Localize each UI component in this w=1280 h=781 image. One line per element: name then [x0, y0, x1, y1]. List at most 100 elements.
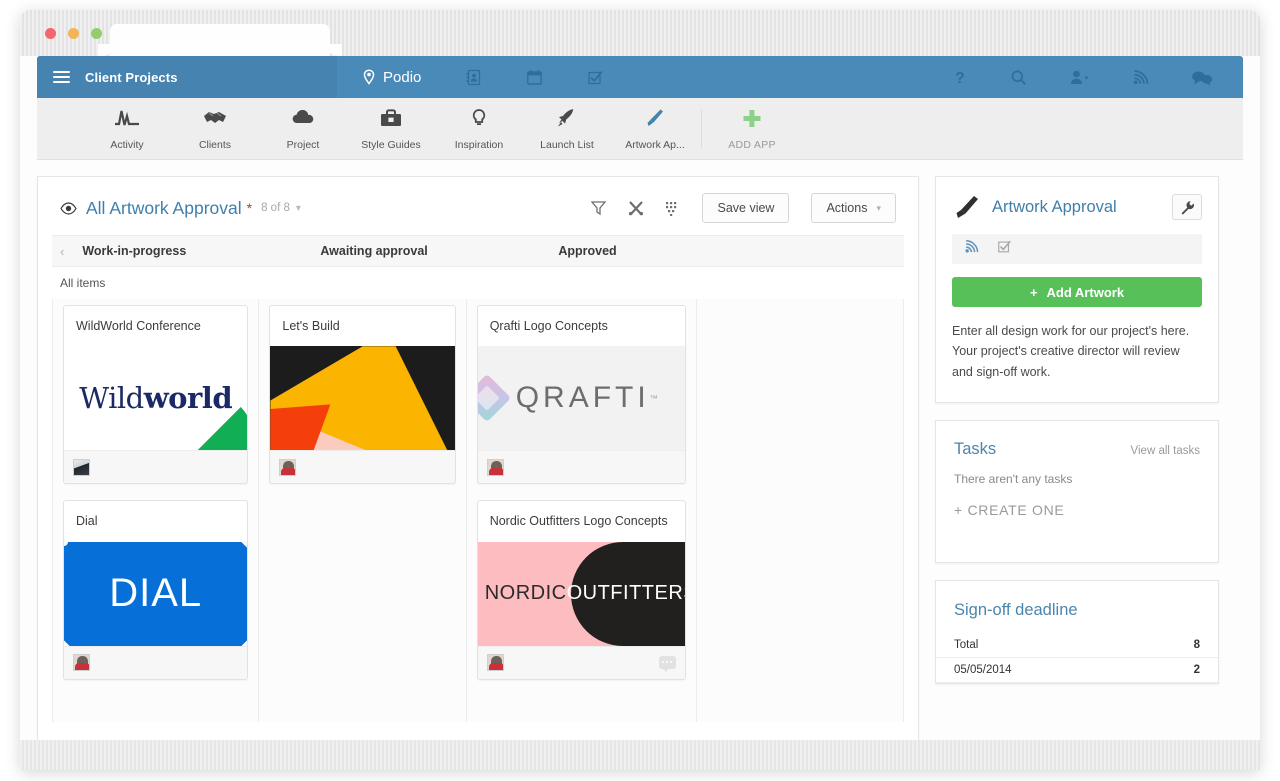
card-title: Let's Build [282, 319, 340, 333]
podio-logo[interactable]: Podio [361, 69, 421, 86]
card-qrafti-logo-concepts[interactable]: Qrafti Logo Concepts QRAFTI ™ [476, 305, 686, 485]
app-nav-inspiration[interactable]: Inspiration [435, 107, 523, 151]
app-settings-button[interactable] [1172, 194, 1202, 220]
help-icon[interactable]: ? [952, 69, 968, 87]
avatar[interactable] [73, 458, 90, 476]
app-info-panel: Artwork Approval + Add Artwork Enter all… [935, 176, 1219, 403]
qrafti-diamond-mark [477, 374, 511, 423]
actions-label: Actions [826, 201, 868, 215]
kanban-board: WildWorld Conference Wildworld Dial DIAL… [52, 299, 904, 722]
app-nav-label: Activity [110, 138, 144, 151]
app-nav-label: Inspiration [454, 138, 504, 151]
app-nav-artwork-approval[interactable]: Artwork Ap... [611, 107, 699, 151]
card-artwork: QRAFTI ™ [477, 346, 685, 451]
signoff-value: 2 [1193, 663, 1200, 676]
app-navigation: Activity Clients Project Style Guides In… [37, 98, 1243, 160]
card-nordic-outfitters-logo-concepts[interactable]: Nordic Outfitters Logo Concepts NORDIC O… [476, 500, 686, 680]
corner-notch [64, 640, 70, 646]
trademark-symbol: ™ [649, 393, 658, 403]
browser-viewport: Client Projects Podio ? Activity Clients… [20, 56, 1260, 770]
signoff-title: Sign-off deadline [954, 600, 1078, 619]
actions-button[interactable]: Actions ▾ [811, 193, 896, 223]
card-footer [477, 645, 685, 679]
hamburger-menu-icon[interactable] [53, 71, 70, 83]
plus-icon [739, 107, 765, 134]
filter-funnel-icon[interactable] [591, 200, 607, 216]
add-app-button[interactable]: ADD APP [708, 107, 796, 151]
app-name: Artwork Approval [992, 197, 1117, 216]
app-nav-label: Clients [198, 138, 232, 151]
app-nav-label: Style Guides [361, 138, 421, 151]
app-nav-activity[interactable]: Activity [83, 107, 171, 151]
app-toolbar [952, 234, 1202, 264]
card-lets-build[interactable]: Let's Build [269, 305, 456, 485]
card-footer [477, 450, 685, 484]
content-area: All Artwork Approval * 8 of 8 ▾ Save vie… [37, 160, 1243, 770]
app-nav-style-guides[interactable]: Style Guides [347, 107, 435, 151]
avatar[interactable] [486, 458, 504, 476]
qrafti-logo: QRAFTI ™ [477, 346, 685, 451]
card-artwork: Wildworld [64, 346, 248, 451]
profile-icon[interactable] [1069, 69, 1090, 86]
browser-window: Client Projects Podio ? Activity Clients… [20, 10, 1260, 770]
save-view-button[interactable]: Save view [702, 193, 790, 223]
add-artwork-button[interactable]: + Add Artwork [952, 277, 1202, 307]
rocket-icon [554, 107, 580, 134]
contacts-icon[interactable] [465, 69, 482, 86]
dial-logo: DIAL [64, 541, 248, 646]
create-task-button[interactable]: + CREATE ONE [936, 486, 1218, 562]
calendar-icon[interactable] [526, 69, 543, 86]
app-nav-divider [701, 109, 702, 148]
close-window-button[interactable] [45, 28, 56, 39]
qrafti-logo-text: QRAFTI [515, 381, 650, 415]
card-title: Dial [76, 514, 98, 529]
avatar[interactable] [486, 654, 504, 672]
dial-logo-text: DIAL [109, 571, 203, 616]
search-icon[interactable] [1010, 69, 1027, 86]
corner-notch [241, 640, 248, 646]
add-app-label: ADD APP [728, 138, 776, 151]
signoff-deadline-panel: Sign-off deadline Total 8 05/05/2014 2 [935, 579, 1219, 684]
app-header: Artwork Approval [936, 177, 1218, 220]
board-panel: All Artwork Approval * 8 of 8 ▾ Save vie… [37, 176, 1021, 770]
group-label: All items [60, 276, 106, 290]
eye-icon[interactable] [60, 201, 77, 215]
card-artwork [270, 346, 455, 451]
view-title[interactable]: All Artwork Approval [86, 198, 242, 219]
lightbulb-icon [466, 107, 492, 134]
signoff-label: 05/05/2014 [954, 663, 1012, 676]
card-footer [64, 450, 248, 484]
podio-brand-label: Podio [383, 68, 422, 86]
activity-chart-icon [114, 107, 140, 134]
card-wildworld-conference[interactable]: WildWorld Conference Wildworld [63, 305, 249, 485]
kanban-column-work-in-progress: WildWorld Conference Wildworld Dial DIAL [52, 299, 260, 722]
workspace-area[interactable]: Client Projects [37, 56, 337, 98]
view-all-tasks-link[interactable]: View all tasks [1131, 445, 1200, 457]
corner-notch [241, 541, 248, 548]
tasks-check-icon[interactable] [587, 69, 604, 86]
avatar[interactable] [73, 654, 90, 672]
browser-tab[interactable] [98, 24, 342, 56]
grid-layout-icon[interactable] [666, 201, 680, 216]
view-item-count: 8 of 8 [261, 202, 290, 214]
app-nav-clients[interactable]: Clients [171, 107, 259, 151]
view-toolbar: Save view Actions ▾ [591, 193, 896, 223]
activity-stream-icon[interactable] [1132, 69, 1149, 86]
minimize-window-button[interactable] [68, 28, 79, 39]
tasks-header: Tasks View all tasks [936, 421, 1218, 459]
chevron-down-icon[interactable]: ▾ [296, 203, 301, 214]
tools-icon[interactable] [628, 200, 644, 216]
tasks-panel: Tasks View all tasks There aren't any ta… [935, 419, 1219, 563]
comment-icon[interactable] [658, 656, 676, 673]
kanban-column-rejected [696, 299, 904, 722]
app-nav-project[interactable]: Project [259, 107, 347, 151]
handshake-icon [202, 107, 228, 134]
maximize-window-button[interactable] [91, 28, 102, 39]
chat-icon[interactable] [1191, 69, 1213, 86]
card-dial[interactable]: Dial DIAL [63, 500, 249, 680]
avatar[interactable] [279, 458, 297, 476]
tasks-check-icon[interactable] [997, 239, 1012, 259]
activity-stream-icon[interactable] [964, 239, 979, 259]
card-title: WildWorld Conference [76, 319, 201, 333]
app-nav-launch-list[interactable]: Launch List [523, 107, 611, 151]
